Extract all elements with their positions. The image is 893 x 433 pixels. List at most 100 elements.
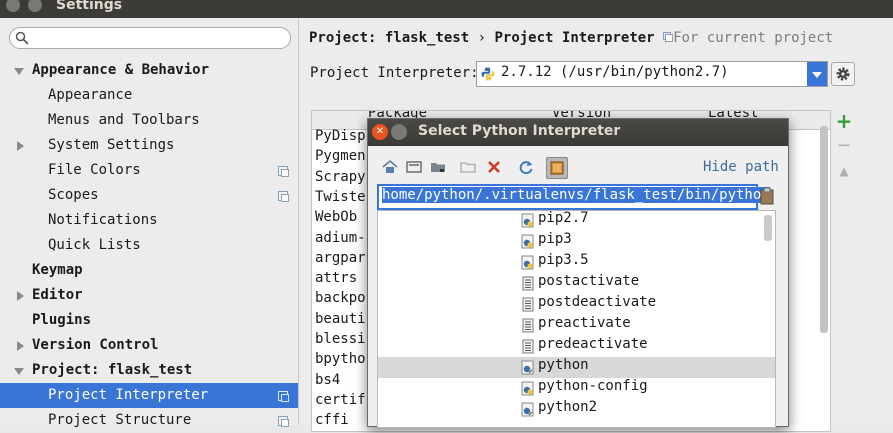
package-row-name[interactable]: cffi [315,412,349,428]
interpreter-settings-button[interactable] [831,62,855,86]
python-icon [481,67,495,81]
project-folder-icon [431,163,445,172]
desktop-button[interactable] [404,157,424,177]
show-hidden-files-toggle[interactable] [546,157,568,179]
file-list-item[interactable]: postdeactivate [378,294,775,315]
home-button[interactable] [380,157,400,177]
upgrade-package-button[interactable]: ▲ [834,161,854,181]
package-row-name[interactable]: bpytho [315,351,366,367]
sidebar-item-quick-lists[interactable]: Quick Lists [0,233,298,258]
sidebar-item-keymap[interactable]: Keymap [0,258,298,283]
package-row-name[interactable]: blessi [315,331,366,347]
sidebar-item-label: Project: flask_test [32,362,193,378]
sidebar-item-version-control[interactable]: Version Control [0,333,298,358]
sidebar-item-appearance-behavior[interactable]: Appearance & Behavior [0,58,298,83]
collapsed-arrow-icon[interactable] [17,341,24,351]
package-row-name[interactable]: bs4 [315,372,340,388]
chevron-down-icon[interactable] [807,62,827,86]
sidebar-item-plugins[interactable]: Plugins [0,308,298,333]
hide-path-link[interactable]: Hide path [703,159,779,175]
python-link-icon [521,360,535,375]
package-row-name[interactable]: WebOb [315,209,357,225]
interpreter-value: 2.7.12 (/usr/bin/python2.7) [501,64,729,80]
sidebar-item-menus-and-toolbars[interactable]: Menus and Toolbars [0,108,298,133]
breadcrumb-separator: › [477,30,487,46]
path-history-button[interactable] [760,187,774,205]
home-icon [382,159,398,173]
select-interpreter-dialog: ✕ Select Python Interpreter Hide path ho… [367,118,789,428]
text-file-icon [521,297,535,312]
interpreter-select[interactable]: 2.7.12 (/usr/bin/python2.7) [476,61,828,87]
sidebar-item-label: System Settings [48,137,175,153]
dialog-minimize-button[interactable] [391,124,407,140]
python-file-icon [521,255,535,270]
text-file-icon [521,318,535,333]
sidebar-item-project-flask-test[interactable]: Project: flask_test [0,358,298,383]
sidebar-item-label: Project Structure [48,412,192,428]
package-row-name[interactable]: argpar [315,250,366,266]
sidebar-item-label: Project Interpreter [48,387,209,403]
python-link-icon [521,402,535,417]
breadcrumb-page: Project Interpreter [494,30,655,46]
settings-search-input[interactable] [9,27,291,49]
file-list-item[interactable]: pip3 [378,231,775,252]
file-list-item[interactable]: predeactivate [378,336,775,357]
copy-icon [278,191,289,202]
copy-icon [278,166,289,177]
collapsed-arrow-icon[interactable] [17,141,24,151]
sidebar-item-scopes[interactable]: Scopes [0,183,298,208]
desktop-icon [406,161,422,173]
expanded-arrow-icon[interactable] [14,368,24,375]
file-list-scrollbar[interactable] [764,215,772,241]
dialog-close-button[interactable]: ✕ [372,124,388,140]
package-row-name[interactable]: adium- [315,230,366,246]
sidebar-item-label: File Colors [48,162,141,178]
package-row-name[interactable]: Pygmen [315,148,366,164]
interpreter-label: Project Interpreter: [310,65,479,81]
file-name: postdeactivate [538,294,657,310]
sidebar-item-editor[interactable]: Editor [0,283,298,308]
sidebar-item-file-colors[interactable]: File Colors [0,158,298,183]
new-folder-button[interactable] [458,157,478,177]
package-row-name[interactable]: beauti [315,311,366,327]
sidebar-item-label: Notifications [48,212,158,228]
package-row-name[interactable]: PyDisp [315,128,366,144]
file-list-item[interactable]: postactivate [378,273,775,294]
package-row-name[interactable]: Scrapy [315,169,366,185]
delete-button[interactable] [484,157,504,177]
package-row-name[interactable]: backpo [315,290,366,306]
package-row-name[interactable]: Twiste [315,189,366,205]
sidebar-item-system-settings[interactable]: System Settings [0,133,298,158]
show-hidden-icon [550,161,564,175]
file-list-item[interactable]: python2 [378,399,775,420]
sidebar-item-appearance[interactable]: Appearance [0,83,298,108]
sidebar-item-notifications[interactable]: Notifications [0,208,298,233]
remove-package-button[interactable]: − [834,136,854,156]
package-row-name[interactable]: certif [315,392,366,408]
path-input[interactable]: home/python/.virtualenvs/flask_test/bin/… [377,184,770,210]
minimize-window-button[interactable] [28,0,42,12]
search-icon [15,31,29,45]
package-row-name[interactable]: attrs [315,270,357,286]
file-chooser-list[interactable]: pip2.7 pip3 pip3.5 postactivate postdeactiva… [377,210,776,428]
file-list-item[interactable]: pip2.7 [378,211,775,231]
file-list-item[interactable]: python [378,357,775,378]
collapsed-arrow-icon[interactable] [17,291,24,301]
sidebar-item-project-interpreter[interactable]: Project Interpreter [0,383,298,408]
file-list-item[interactable]: python-config [378,378,775,399]
project-folder-button[interactable] [428,157,448,177]
packages-scrollbar[interactable] [820,126,828,333]
sidebar-item-label: Scopes [48,187,99,203]
file-list-item[interactable]: pip3.5 [378,252,775,273]
file-name: python-config [538,378,648,394]
breadcrumb-project: Project: flask_test [309,30,470,46]
delete-icon [488,161,500,173]
file-list-item[interactable]: preactivate [378,315,775,336]
sidebar-item-label: Quick Lists [48,237,141,253]
sidebar-item-project-structure[interactable]: Project Structure [0,408,298,433]
add-package-button[interactable]: + [834,111,854,131]
refresh-button[interactable] [516,157,536,177]
close-window-button[interactable] [6,0,20,12]
scope-note: For current project [663,30,833,46]
expanded-arrow-icon[interactable] [14,68,24,75]
